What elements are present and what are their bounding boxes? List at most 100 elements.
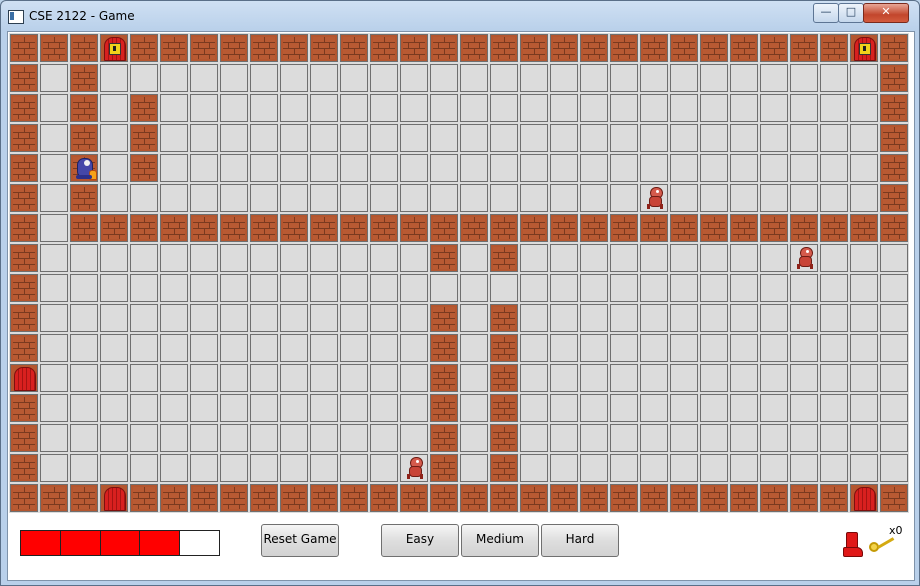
floor-tile: [130, 394, 158, 422]
floor-tile: [670, 334, 698, 362]
floor-tile: [880, 244, 908, 272]
brick-wall-tile: [190, 34, 218, 62]
brick-wall-tile: [460, 34, 488, 62]
floor-tile: [550, 154, 578, 182]
floor-tile: [670, 64, 698, 92]
floor-tile: [40, 64, 68, 92]
hard-button[interactable]: Hard: [541, 524, 619, 557]
brick-wall-tile: [790, 34, 818, 62]
floor-tile: [550, 244, 578, 272]
floor-tile: [670, 394, 698, 422]
floor-tile: [460, 64, 488, 92]
floor-tile: [100, 274, 128, 302]
floor-tile: [430, 124, 458, 152]
medium-button[interactable]: Medium: [461, 524, 539, 557]
floor-tile: [220, 454, 248, 482]
floor-tile: [100, 244, 128, 272]
floor-tile: [640, 454, 668, 482]
floor-tile: [550, 454, 578, 482]
floor-tile: [280, 304, 308, 332]
brick-wall-tile: [310, 484, 338, 512]
floor-tile: [610, 424, 638, 452]
brick-wall-tile: [700, 34, 728, 62]
brick-wall-tile: [340, 34, 368, 62]
game-board[interactable]: [9, 33, 909, 513]
floor-tile: [370, 334, 398, 362]
floor-tile: [790, 454, 818, 482]
floor-tile: [220, 394, 248, 422]
brick-wall-tile: [10, 394, 38, 422]
floor-tile: [580, 304, 608, 332]
floor-tile: [820, 244, 848, 272]
floor-tile: [550, 124, 578, 152]
brick-wall-tile: [310, 34, 338, 62]
floor-tile: [760, 304, 788, 332]
enemy-character-icon: [402, 455, 428, 481]
floor-tile: [520, 274, 548, 302]
floor-tile: [820, 124, 848, 152]
brick-wall-tile: [760, 34, 788, 62]
floor-tile: [310, 244, 338, 272]
floor-tile: [790, 274, 818, 302]
floor-tile: [610, 64, 638, 92]
floor-tile: [40, 334, 68, 362]
floor-tile: [550, 184, 578, 212]
floor-tile: [490, 64, 518, 92]
brick-wall-tile: [490, 214, 518, 242]
floor-tile: [700, 154, 728, 182]
floor-tile: [160, 304, 188, 332]
floor-tile: [520, 364, 548, 392]
brick-wall-tile: [130, 484, 158, 512]
floor-tile: [580, 424, 608, 452]
brick-wall-tile: [130, 124, 158, 152]
brick-wall-tile: [70, 484, 98, 512]
floor-tile: [490, 274, 518, 302]
floor-tile: [340, 424, 368, 452]
floor-tile: [310, 94, 338, 122]
floor-tile: [340, 394, 368, 422]
maximize-button[interactable]: □: [838, 3, 864, 23]
floor-tile: [730, 424, 758, 452]
floor-tile: [820, 64, 848, 92]
floor-tile: [670, 124, 698, 152]
easy-button[interactable]: Easy: [381, 524, 459, 557]
floor-tile: [310, 394, 338, 422]
floor-tile: [100, 394, 128, 422]
floor-tile: [520, 394, 548, 422]
brick-wall-tile: [430, 244, 458, 272]
floor-tile: [760, 394, 788, 422]
title-bar[interactable]: CSE 2122 - Game — □ ✕: [1, 1, 919, 31]
close-button[interactable]: ✕: [863, 3, 909, 23]
brick-wall-tile: [430, 214, 458, 242]
floor-tile: [580, 334, 608, 362]
floor-tile: [70, 304, 98, 332]
floor-tile: [820, 184, 848, 212]
brick-wall-tile: [10, 34, 38, 62]
floor-tile: [190, 274, 218, 302]
floor-tile: [550, 334, 578, 362]
floor-tile: [760, 244, 788, 272]
minimize-button[interactable]: —: [813, 3, 839, 23]
brick-wall-tile: [820, 214, 848, 242]
floor-tile: [820, 304, 848, 332]
brick-wall-tile: [580, 34, 608, 62]
reset-game-button[interactable]: Reset Game: [261, 524, 339, 557]
floor-tile: [550, 394, 578, 422]
floor-tile: [370, 154, 398, 182]
floor-tile: [280, 454, 308, 482]
floor-tile: [250, 124, 278, 152]
brick-wall-tile: [520, 214, 548, 242]
floor-tile: [400, 184, 428, 212]
floor-tile: [160, 244, 188, 272]
brick-wall-tile: [130, 34, 158, 62]
floor-tile: [220, 424, 248, 452]
floor-tile: [850, 424, 878, 452]
floor-tile: [40, 454, 68, 482]
brick-wall-tile: [880, 34, 908, 62]
floor-tile: [280, 334, 308, 362]
brick-wall-tile: [490, 34, 518, 62]
brick-wall-tile: [430, 484, 458, 512]
brick-wall-tile: [760, 214, 788, 242]
brick-wall-tile: [160, 34, 188, 62]
brick-wall-tile: [670, 484, 698, 512]
